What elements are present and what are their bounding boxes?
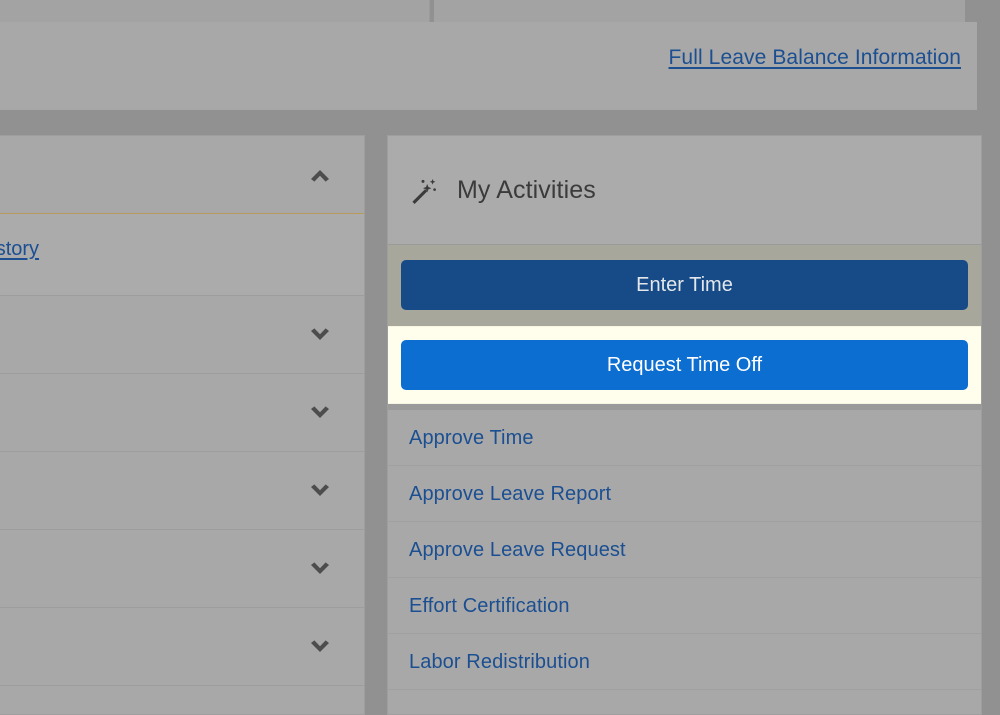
request-time-off-button[interactable]: Request Time Off: [401, 340, 968, 390]
top-cutoff-strip: [0, 0, 1000, 22]
chevron-down-icon[interactable]: [307, 478, 333, 504]
app-screen: Full Leave Balance Information ons Histo…: [0, 0, 1000, 715]
chevron-up-icon[interactable]: [307, 162, 333, 188]
list-item[interactable]: Approve Leave Request: [388, 522, 981, 578]
transactions-history-link[interactable]: ons History: [0, 238, 39, 261]
enter-time-band-spacer: [388, 310, 981, 326]
my-activities-card: My Activities Enter Time Request Time Of…: [387, 135, 982, 715]
list-item[interactable]: Effort Certification: [388, 578, 981, 634]
full-leave-balance-information-link[interactable]: Full Leave Balance Information: [669, 46, 962, 69]
approve-time-link: Approve Time: [409, 427, 534, 449]
list-item[interactable]: Approve Time: [388, 410, 981, 466]
approve-leave-request-link: Approve Leave Request: [409, 539, 626, 561]
approve-leave-report-link: Approve Leave Report: [409, 483, 611, 505]
effort-certification-link: Effort Certification: [409, 595, 570, 617]
chevron-down-icon[interactable]: [307, 322, 333, 348]
magic-wand-icon: [409, 177, 437, 205]
my-activities-link-list: Approve Time Approve Leave Report Approv…: [388, 410, 981, 690]
accordion-body-expanded: ons History: [0, 214, 364, 296]
leave-balance-link-wrapper: Full Leave Balance Information: [669, 46, 962, 70]
my-activities-header: My Activities: [388, 136, 981, 245]
chevron-down-icon[interactable]: [307, 400, 333, 426]
chevron-down-icon[interactable]: [307, 556, 333, 582]
accordion-header-6[interactable]: [0, 608, 364, 686]
list-item[interactable]: Labor Redistribution: [388, 634, 981, 690]
enter-time-button[interactable]: Enter Time: [401, 260, 968, 310]
my-activities-header-inner: My Activities: [409, 176, 596, 205]
enter-time-band: Enter Time: [388, 245, 981, 310]
accordion-header-5[interactable]: [0, 530, 364, 608]
content-gap: [0, 110, 1000, 135]
accordion-header-2[interactable]: [0, 296, 364, 374]
list-item[interactable]: Approve Leave Report: [388, 466, 981, 522]
leave-balance-bar: Full Leave Balance Information: [0, 22, 977, 110]
my-activities-title: My Activities: [457, 176, 596, 205]
accordion-header-3[interactable]: [0, 374, 364, 452]
accordion-header-4[interactable]: [0, 452, 364, 530]
top-panel-left-partial: [0, 0, 430, 22]
request-time-off-highlight: Request Time Off: [388, 326, 981, 404]
accordion-header-expanded[interactable]: [0, 136, 364, 214]
left-accordion-panel: ons History: [0, 135, 365, 715]
chevron-down-icon[interactable]: [307, 634, 333, 660]
labor-redistribution-link: Labor Redistribution: [409, 651, 590, 673]
top-panel-right-partial: [434, 0, 965, 22]
